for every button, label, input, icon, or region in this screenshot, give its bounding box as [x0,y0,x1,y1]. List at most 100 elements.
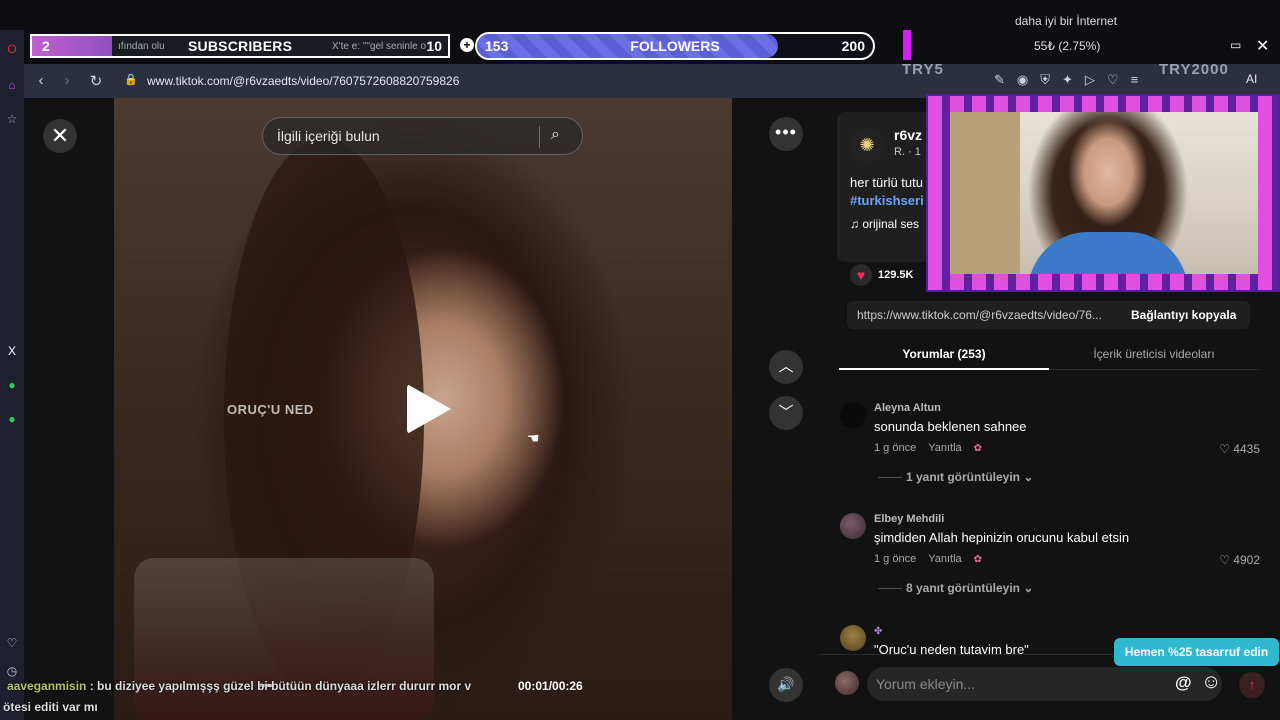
forward-icon[interactable]: › [58,72,76,89]
heart-icon[interactable]: ♡ [0,636,24,650]
video-player[interactable]: ORUÇ'U NED ✕ İlgili içeriği bulun ⌕ ••• … [24,98,820,720]
search-icon[interactable]: ⌕ [551,126,560,144]
comment-user[interactable]: Elbey Mehdili [874,513,944,525]
hand-cursor-icon: ☚ [527,430,540,446]
video-link[interactable]: https://www.tiktok.com/@r6vzaedts/video/… [857,308,1102,322]
comment-time: 1 g önce [874,442,917,454]
video-foreground [134,558,434,720]
author-avatar[interactable]: ✺ [850,128,884,162]
tab-comments[interactable]: Yorumlar (253) [839,340,1049,370]
ghost-tab-text-1: ıfından olu [118,41,165,52]
reply-divider [878,477,902,479]
music-note-icon: ♫ [850,217,863,231]
address-bar[interactable]: www.tiktok.com/@r6vzaedts/video/76075726… [147,74,459,88]
avatar[interactable] [835,671,859,695]
emoji-icon[interactable]: ☺ [1201,671,1221,694]
lock-icon: 🔒 [124,74,138,86]
comment-meta: 1 g önce Yanıtla ✿ [874,442,982,454]
heart-outline-icon[interactable]: ♡ [1107,72,1119,88]
author-subtitle: R. · 1 [894,146,921,158]
comment-avatar[interactable] [840,513,866,539]
network-value: 55₺ (2.75%) [1034,39,1101,53]
chat-message-line2: ötesi editi var mı [3,700,98,714]
heart-outline-icon: ♡ [1219,553,1234,567]
followers-goal: 200 [841,38,865,54]
home-icon[interactable]: ⌂ [0,78,24,92]
close-icon[interactable]: ✕ [1256,36,1269,56]
whatsapp-icon[interactable]: ● [0,378,24,392]
hashtag-link[interactable]: #turkishseri [850,193,924,208]
comment-like-count: 4902 [1233,553,1260,567]
gift-icon[interactable]: ✿ [974,554,982,565]
followers-goal-bar: 153 FOLLOWERS 200 [475,32,875,60]
video-time: 00:01/00:26 [518,679,583,693]
history-icon[interactable]: ◷ [0,664,24,678]
like-row: ♥ 129.5K [850,264,913,286]
gift-icon[interactable]: ✿ [974,443,982,454]
reload-icon[interactable]: ↻ [87,72,105,90]
subscribers-goal: 10 [426,38,442,54]
view-replies-button[interactable]: 8 yanıt görüntüleyin ⌄ [878,581,1033,595]
music-info[interactable]: ♫ orijinal ses [850,217,919,231]
comment-likes[interactable]: ♡ 4902 [1219,553,1260,567]
search-placeholder: İlgili içeriği bulun [277,128,380,144]
search-divider [539,126,540,148]
view-replies-button[interactable]: 1 yanıt görüntüleyin ⌄ [878,470,1033,484]
comment-avatar[interactable] [840,625,866,651]
webcam-frame [926,94,1280,292]
ghost-tab-text-2: X'te e: ""gel seninle o [332,41,427,52]
window-icon[interactable]: ▭ [1230,38,1241,52]
like-heart-icon[interactable]: ♥ [850,264,872,286]
comment-likes[interactable]: ♡ 4435 [1219,442,1260,456]
tab-creator-videos[interactable]: İçerik üreticisi videoları [1049,340,1259,370]
next-video-button[interactable]: ﹀ [769,396,803,430]
volume-button[interactable]: 🔊 [769,668,803,702]
chevron-down-icon: ⌄ [1023,470,1034,484]
add-icon[interactable]: + [460,38,474,52]
related-search-input[interactable]: İlgili içeriği bulun ⌕ [262,117,583,155]
music-label: orijinal ses [862,217,920,231]
mention-icon[interactable]: @ [1175,673,1192,693]
comment-text: sonunda beklenen sahnee [874,419,1027,434]
chat-text: : bu diziyee yapılmışşş güzel bi bütüün … [89,679,472,693]
webcam-subject [1028,232,1188,274]
previous-video-button[interactable]: ︿ [769,350,803,384]
savings-banner[interactable]: Hemen %25 tasarruf edin [1114,638,1279,666]
send-button[interactable]: ↑ [1239,672,1265,698]
chevron-down-icon: ⌄ [1023,581,1034,595]
sticker-icon: ✤ [874,626,883,637]
puzzle-icon[interactable]: ✦ [1062,72,1073,88]
comment-input[interactable] [867,667,1222,701]
try2000-label: TRY2000 [1159,61,1229,78]
x-icon[interactable]: X [0,344,24,358]
copy-link-button[interactable]: Bağlantıyı kopyala [1131,308,1236,322]
link-row: https://www.tiktok.com/@r6vzaedts/video/… [847,301,1250,329]
play-icon[interactable] [407,384,451,434]
edit-icon[interactable]: ✎ [994,72,1005,88]
webcam-feed [950,112,1258,274]
view-replies-label: 1 yanıt görüntüleyin [906,470,1021,484]
reply-divider [878,588,902,590]
play-icon[interactable]: ▷ [1085,72,1095,88]
back-icon[interactable]: ‹ [32,72,50,89]
subscribers-label: SUBSCRIBERS [188,38,293,54]
shield-icon[interactable]: ⛨ [1040,72,1050,88]
menu-icon[interactable]: ≡ [1131,72,1139,88]
author-name[interactable]: r6vz [894,127,922,143]
opera-icon[interactable]: O [0,42,24,56]
pin-icon[interactable]: ☆ [0,112,24,126]
spotify-icon[interactable]: ● [0,412,24,426]
panel-tabs: Yorumlar (253) İçerik üreticisi videolar… [839,340,1259,370]
camera-icon[interactable]: ◉ [1017,72,1028,88]
more-options-button[interactable]: ••• [769,117,803,151]
comment-avatar[interactable] [840,402,866,428]
reply-button[interactable]: Yanıtla [928,442,961,454]
reply-button[interactable]: Yanıtla [928,553,961,565]
webcam-background [950,112,1020,274]
video-description: her türlü tutu [850,175,923,190]
close-video-button[interactable]: ✕ [43,119,77,153]
comment-user[interactable]: Aleyna Altun [874,402,941,414]
stream-overlay-bar: ıfından olu X'te e: ""gel seninle o 2 SU… [0,0,1280,64]
ai-button[interactable]: AI [1246,72,1257,86]
like-count: 129.5K [878,269,914,281]
